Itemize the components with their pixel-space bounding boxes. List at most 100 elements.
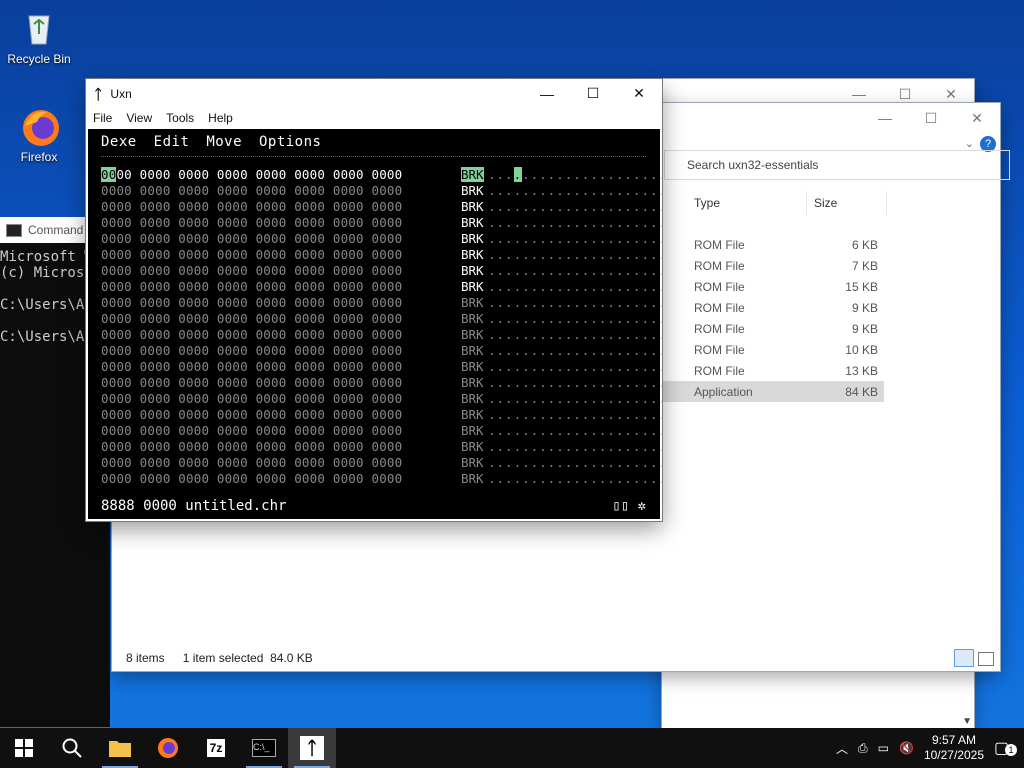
opcode-label: BRK (461, 455, 484, 470)
ascii-column: ..................... (488, 215, 668, 230)
file-type: ROM File (694, 237, 745, 252)
chevron-up-icon[interactable]: ︿ (836, 740, 848, 757)
windows-logo-icon (15, 739, 33, 757)
file-row[interactable]: ROM File 13 KB (660, 360, 884, 381)
notification-center-icon[interactable]: ▢ 1 (994, 738, 1018, 758)
hex-row[interactable]: 0000 0000 0000 0000 0000 0000 0000 0000 (101, 455, 402, 470)
screen-menu-dexe[interactable]: Dexe (101, 134, 137, 150)
file-size: 84 KB (845, 384, 878, 399)
desktop-icon-label: Recycle Bin (7, 52, 71, 66)
notification-count: 1 (1005, 744, 1017, 756)
ascii-column: ..................... (488, 391, 668, 406)
hex-row[interactable]: 0000 0000 0000 0000 0000 0000 0000 0000 (101, 231, 402, 246)
column-header-size[interactable]: Size (814, 191, 887, 215)
maximize-icon[interactable]: ☐ (908, 103, 954, 133)
desktop-icon-firefox[interactable]: Firefox (4, 106, 74, 164)
file-type: ROM File (694, 342, 745, 357)
large-icons-view-icon[interactable] (978, 652, 994, 666)
status-icons[interactable]: ▯▯ ✲ (612, 498, 646, 514)
hex-row[interactable]: 0000 0000 0000 0000 0000 0000 0000 0000 (101, 295, 402, 310)
hex-row[interactable]: 0000 0000 0000 0000 0000 0000 0000 0000 (101, 263, 402, 278)
opcode-label: BRK (461, 263, 484, 278)
screen-menu-edit[interactable]: Edit (154, 134, 190, 150)
ascii-column: ..................... (488, 439, 668, 454)
column-header-type[interactable]: Type (694, 191, 807, 215)
hex-row[interactable]: 0000 0000 0000 0000 0000 0000 0000 0000 (101, 247, 402, 262)
system-tray: ︿ ⎙ ▭ 🔇 9:57 AM 10/27/2025 ▢ 1 (836, 733, 1024, 763)
minimize-icon[interactable]: — (524, 79, 570, 109)
ascii-column: ..................... (488, 359, 668, 374)
scrollbar-down-icon[interactable]: ▼ (962, 716, 972, 727)
close-icon[interactable]: ✕ (616, 79, 662, 109)
search-input[interactable]: Search uxn32-essentials (664, 150, 1010, 180)
clock-date: 10/27/2025 (923, 748, 984, 762)
uxn-screen[interactable]: Dexe Edit Move Options 0000 0000 0000 00… (88, 129, 666, 519)
taskbar-firefox[interactable] (144, 728, 192, 768)
hex-row[interactable]: 0000 0000 0000 0000 0000 0000 0000 0000 (101, 423, 402, 438)
cmd-icon (6, 223, 22, 237)
desktop-icon-recycle-bin[interactable]: Recycle Bin (4, 8, 74, 66)
hex-row[interactable]: 0000 0000 0000 0000 0000 0000 0000 0000 (101, 375, 402, 390)
file-row[interactable]: ROM File 7 KB (660, 255, 884, 276)
status-line: 8888 0000 untitled.chr (101, 498, 287, 514)
uxn-titlebar[interactable]: ᛏ Uxn — ☐ ✕ (86, 79, 662, 108)
search-button[interactable] (48, 728, 96, 768)
opcode-label: BRK (461, 311, 484, 326)
file-row[interactable]: ROM File 9 KB (660, 297, 884, 318)
taskbar-file-explorer[interactable] (96, 728, 144, 768)
file-row[interactable]: ROM File 10 KB (660, 339, 884, 360)
volume-muted-icon[interactable]: 🔇 (899, 741, 914, 755)
file-type: ROM File (694, 300, 745, 315)
file-size: 6 KB (851, 237, 878, 252)
hex-row[interactable]: 0000 0000 0000 0000 0000 0000 0000 0000 (101, 199, 402, 214)
screen-menu-options[interactable]: Options (259, 134, 322, 150)
minimize-icon[interactable]: — (862, 103, 908, 133)
ascii-column: ..................... (488, 199, 668, 214)
taskbar-uxn[interactable]: ᛏ (288, 728, 336, 768)
hex-row[interactable]: 0000 0000 0000 0000 0000 0000 0000 0000 (101, 407, 402, 422)
network-icon[interactable]: ▭ (878, 741, 889, 755)
taskbar-command-prompt[interactable]: C:\_ (240, 728, 288, 768)
maximize-icon[interactable]: ☐ (570, 79, 616, 109)
hex-row[interactable]: 0000 0000 0000 0000 0000 0000 0000 0000 (101, 391, 402, 406)
hex-row[interactable]: 0000 0000 0000 0000 0000 0000 0000 0000 (101, 343, 402, 358)
ascii-column: ..................... (488, 183, 668, 198)
hex-row[interactable]: 0000 0000 0000 0000 0000 0000 0000 0000 (101, 439, 402, 454)
taskbar-7zip[interactable]: 7z (192, 728, 240, 768)
expand-ribbon-icon[interactable]: ⌄ (965, 137, 974, 150)
ascii-column: ..................... (488, 471, 668, 486)
menu-file[interactable]: File (93, 111, 112, 125)
hex-row[interactable]: 0000 0000 0000 0000 0000 0000 0000 0000 (101, 327, 402, 342)
file-row[interactable]: ROM File 15 KB (660, 276, 884, 297)
hex-row[interactable]: 0000 0000 0000 0000 0000 0000 0000 0000 (101, 183, 402, 198)
file-row[interactable]: Application 84 KB (660, 381, 884, 402)
menu-tools[interactable]: Tools (166, 111, 194, 125)
hex-row[interactable]: 0000 0000 0000 0000 0000 0000 0000 0000 (101, 471, 402, 486)
meet-now-icon[interactable]: ⎙ (858, 741, 868, 756)
screen-menu-move[interactable]: Move (206, 134, 242, 150)
hex-row[interactable]: 0000 0000 0000 0000 0000 0000 0000 0000 (101, 359, 402, 374)
file-row[interactable]: ROM File 9 KB (660, 318, 884, 339)
uxn-window[interactable]: ᛏ Uxn — ☐ ✕ File View Tools Help Dexe Ed… (86, 79, 666, 521)
firefox-icon (158, 738, 178, 758)
file-row[interactable]: ROM File 6 KB (660, 234, 884, 255)
details-view-icon[interactable] (954, 649, 974, 667)
hex-row[interactable]: 0000 0000 0000 0000 0000 0000 0000 0000 (101, 167, 402, 182)
opcode-label: BRK (461, 231, 484, 246)
taskbar: 7z C:\_ ᛏ ︿ ⎙ ▭ 🔇 9:57 AM 10/27/2025 ▢ 1 (0, 728, 1024, 768)
hex-row[interactable]: 0000 0000 0000 0000 0000 0000 0000 0000 (101, 279, 402, 294)
window-title: Uxn (110, 86, 132, 101)
opcode-label: BRK (461, 423, 484, 438)
file-type: ROM File (694, 279, 745, 294)
opcode-label: BRK (461, 391, 484, 406)
opcode-label: BRK (461, 167, 484, 182)
ascii-column: ..................... (488, 295, 668, 310)
start-button[interactable] (0, 728, 48, 768)
menu-view[interactable]: View (126, 111, 152, 125)
ascii-column: ..................... (488, 167, 668, 182)
close-icon[interactable]: ✕ (954, 103, 1000, 133)
hex-row[interactable]: 0000 0000 0000 0000 0000 0000 0000 0000 (101, 311, 402, 326)
hex-row[interactable]: 0000 0000 0000 0000 0000 0000 0000 0000 (101, 215, 402, 230)
clock[interactable]: 9:57 AM 10/27/2025 (924, 733, 984, 763)
menu-help[interactable]: Help (208, 111, 233, 125)
